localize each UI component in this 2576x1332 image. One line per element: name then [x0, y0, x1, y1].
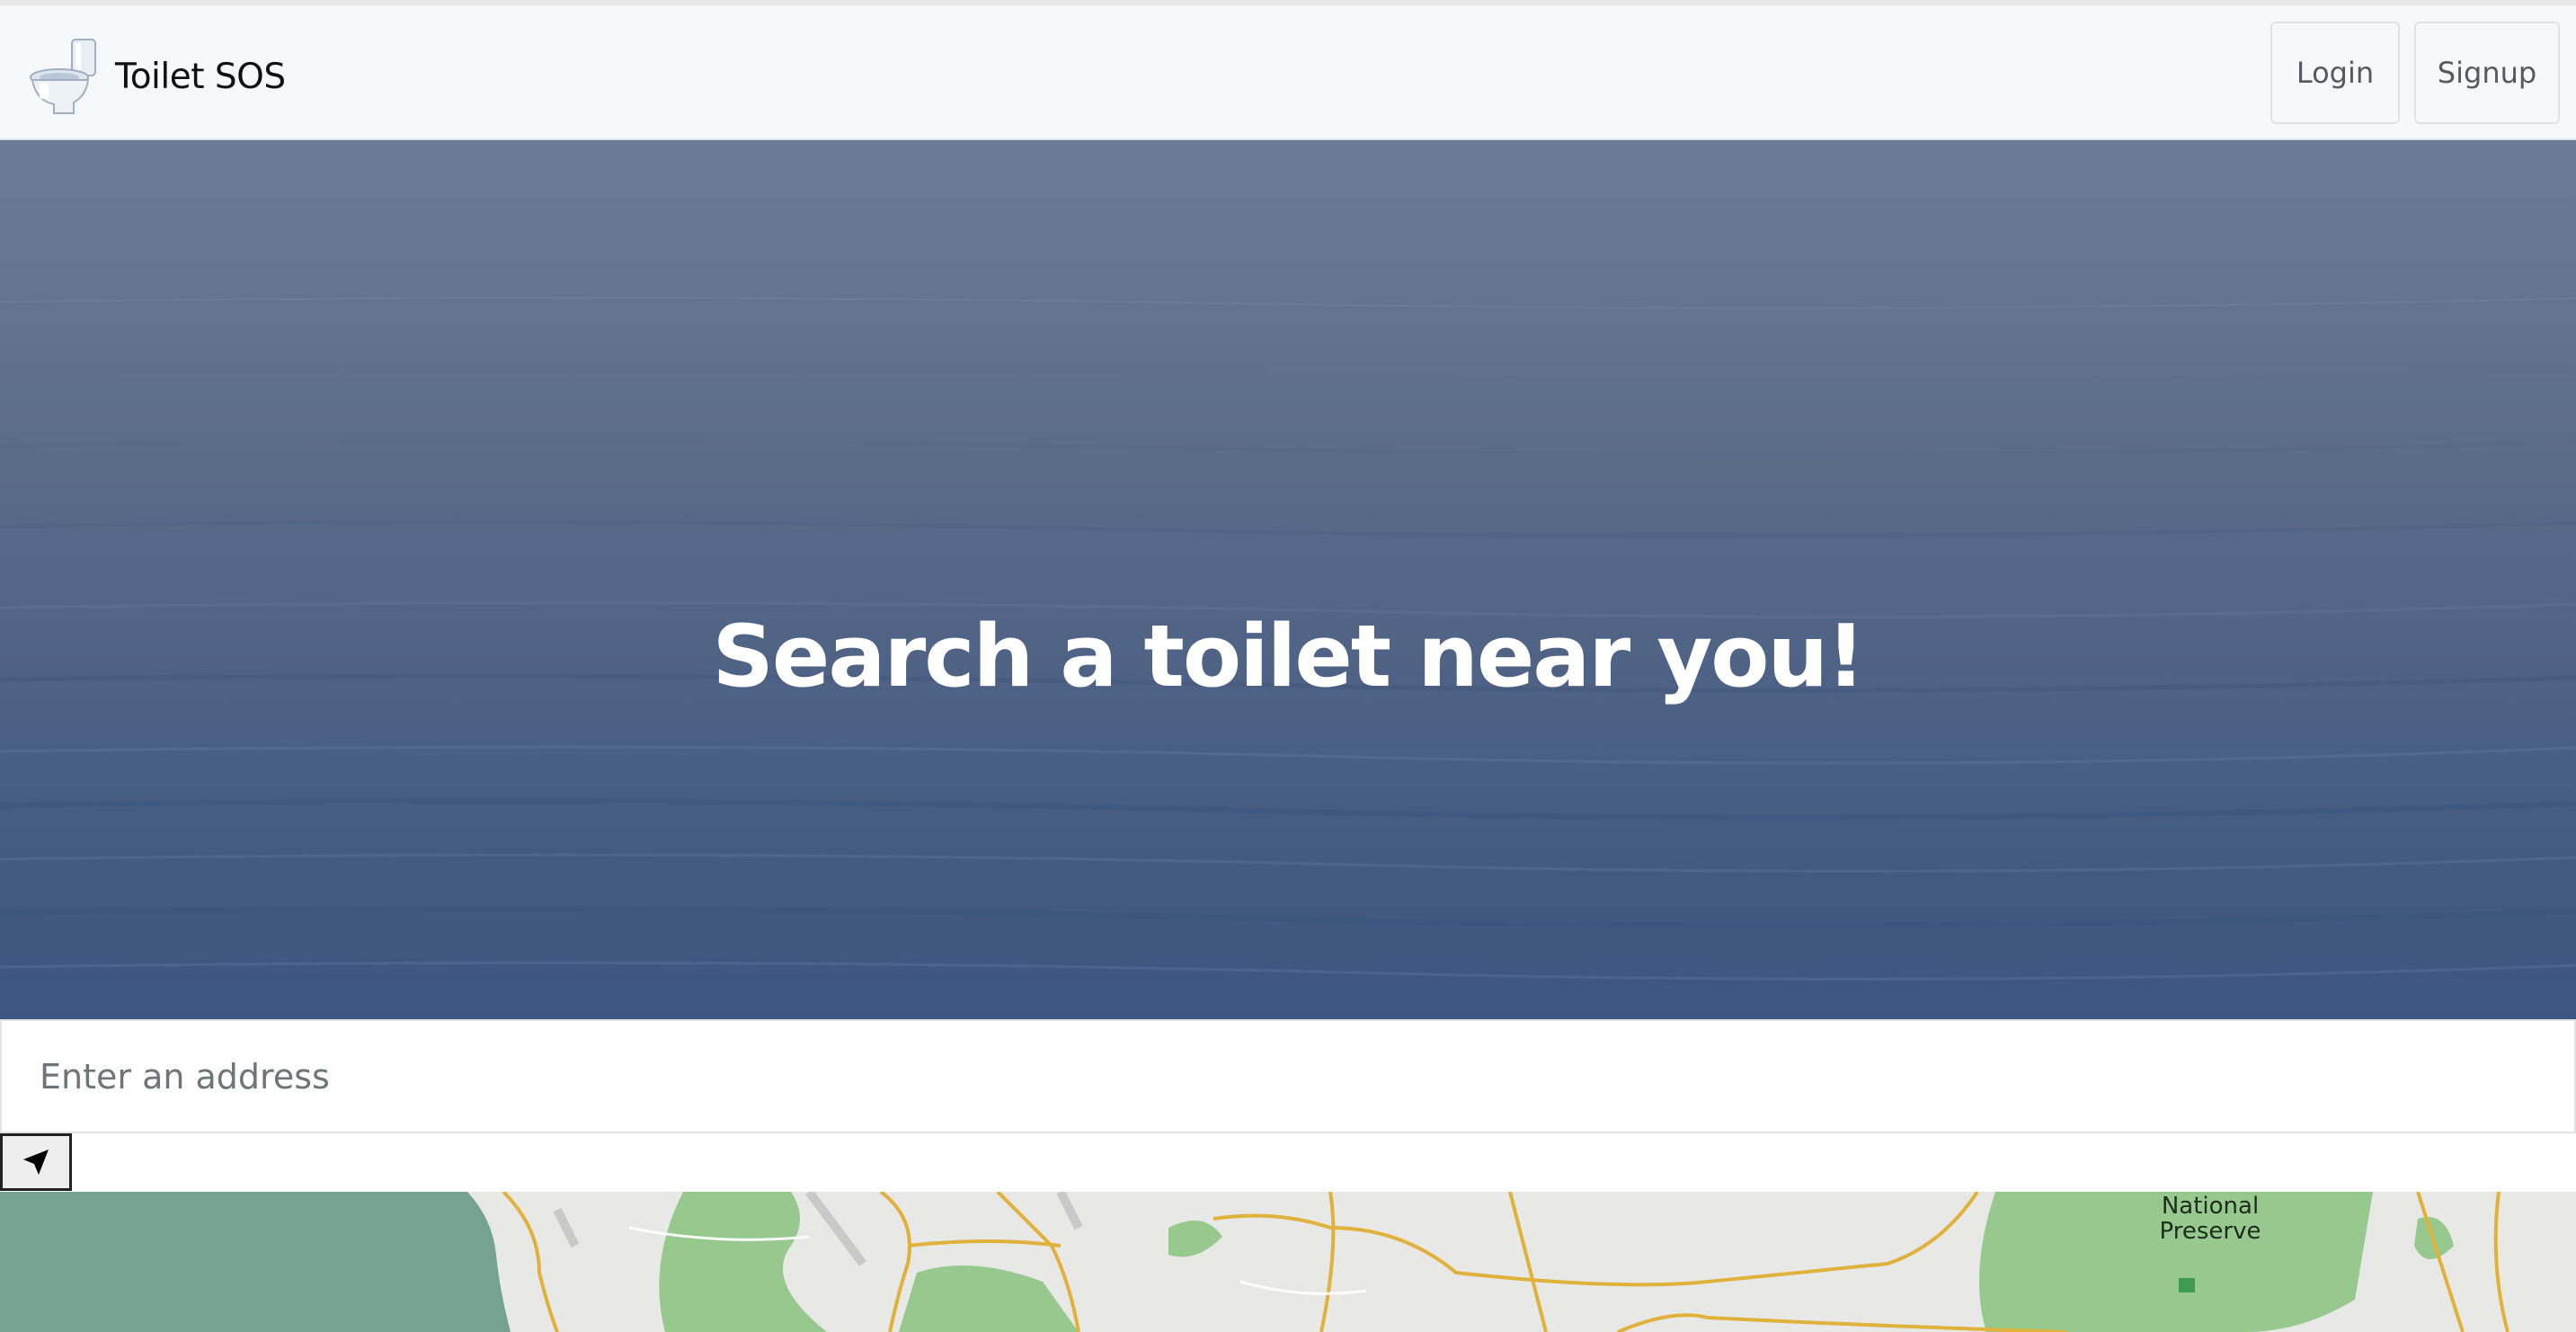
brand-name: Toilet SOS [115, 56, 286, 97]
brand[interactable]: Toilet SOS [27, 38, 286, 115]
navigation-arrow-icon [23, 1150, 49, 1175]
map-label-line: Preserve [2159, 1218, 2261, 1245]
signup-button[interactable]: Signup [2414, 22, 2560, 124]
map[interactable]: National Preserve [0, 1192, 2576, 1332]
map-label-line: National [2161, 1193, 2260, 1220]
toilet-icon [30, 39, 96, 114]
hero-title: Search a toilet near you! [712, 608, 1866, 706]
locate-me-button[interactable] [0, 1133, 72, 1191]
login-button[interactable]: Login [2270, 22, 2400, 124]
map-place-label: National Preserve [2114, 1194, 2306, 1244]
sea-background-image [0, 297, 2576, 981]
hero-banner: Search a toilet near you! [0, 140, 2576, 1019]
address-search-input[interactable] [0, 1019, 2576, 1133]
navbar: Toilet SOS Login Signup [0, 5, 2576, 140]
